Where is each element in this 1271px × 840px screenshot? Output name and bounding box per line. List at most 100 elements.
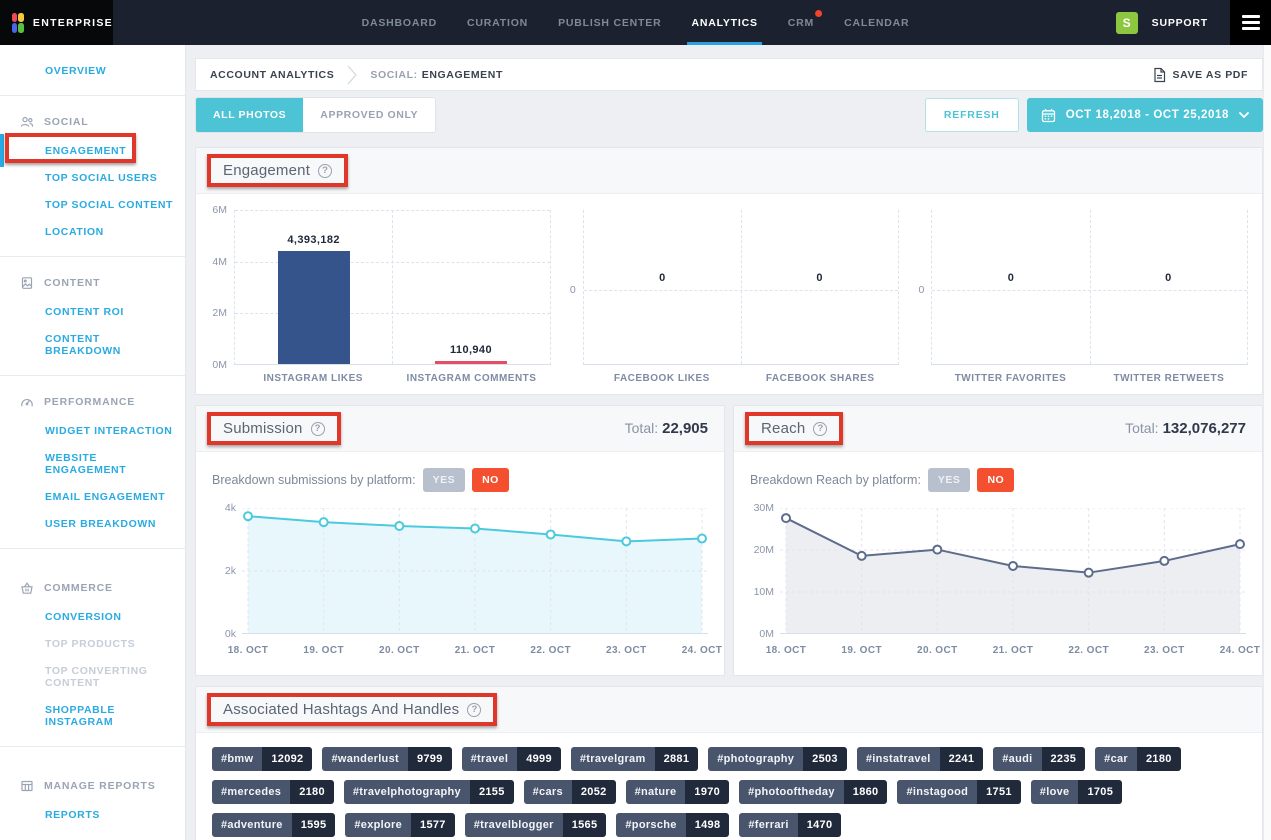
- hashtag-pill[interactable]: #nature1970: [626, 780, 730, 804]
- hashtag-pill[interactable]: #explore1577: [345, 813, 454, 837]
- submission-title: Submission: [223, 420, 303, 437]
- hashtag-pill[interactable]: #photography2503: [708, 747, 847, 771]
- x-axis-tick-label: 21. OCT: [993, 645, 1034, 656]
- sidebar-item-website-engagement[interactable]: WEBSITE ENGAGEMENT: [0, 444, 185, 483]
- hashtag-pill[interactable]: #cars2052: [524, 780, 616, 804]
- breakdown-no-button[interactable]: NO: [472, 468, 509, 492]
- data-point: [698, 535, 706, 543]
- hashtag-pill[interactable]: #car2180: [1095, 747, 1181, 771]
- support-link[interactable]: SUPPORT: [1152, 17, 1208, 29]
- sidebar-item-email-engagement[interactable]: EMAIL ENGAGEMENT: [0, 483, 185, 510]
- nav-item-crm[interactable]: CRM: [773, 0, 829, 45]
- hashtag-pill[interactable]: #instagood1751: [897, 780, 1020, 804]
- brand[interactable]: ENTERPRISE: [0, 0, 113, 45]
- hashtag-pill[interactable]: #audi2235: [993, 747, 1085, 771]
- hashtag-pill[interactable]: #travelphotography2155: [344, 780, 514, 804]
- breakdown-yes-button[interactable]: YES: [928, 468, 971, 492]
- approved-only-button[interactable]: APPROVED ONLY: [303, 98, 435, 132]
- engagement-card: Engagement ? 6M4M2M0M4,393,182110,940INS…: [195, 147, 1263, 395]
- total-value: 132,076,277: [1163, 420, 1246, 437]
- hashtag-pill[interactable]: #travelgram2881: [571, 747, 698, 771]
- nav-item-crm-label: CRM: [788, 17, 814, 29]
- sidebar-item-content-roi[interactable]: CONTENT ROI: [0, 298, 185, 325]
- sidebar-item-widget-interaction[interactable]: WIDGET INTERACTION: [0, 417, 185, 444]
- data-point: [1236, 540, 1244, 548]
- hashtag-pill[interactable]: #love1705: [1031, 780, 1122, 804]
- scrollbar[interactable]: [1263, 45, 1271, 840]
- sidebar-item-overview[interactable]: OVERVIEW: [0, 57, 185, 84]
- x-axis-tick-label: 18. OCT: [228, 645, 269, 656]
- refresh-button[interactable]: REFRESH: [925, 98, 1019, 132]
- hashtag-name: #travelgram: [571, 747, 655, 771]
- sidebar-item-reports[interactable]: REPORTS: [0, 801, 185, 828]
- help-icon[interactable]: ?: [318, 164, 332, 178]
- filter-row: ALL PHOTOS APPROVED ONLY REFRESH OCT 18,…: [195, 97, 1263, 133]
- hashtag-count: 4999: [517, 747, 561, 771]
- data-point: [1160, 557, 1168, 565]
- line-chart-svg: [242, 508, 708, 634]
- section-title: COMMERCE: [44, 582, 113, 594]
- breadcrumb-account-analytics[interactable]: ACCOUNT ANALYTICS: [210, 69, 334, 81]
- nav-item-publish-center[interactable]: PUBLISH CENTER: [543, 0, 676, 45]
- avatar[interactable]: S: [1116, 12, 1138, 34]
- hashtag-pill[interactable]: #porsche1498: [616, 813, 729, 837]
- bar-value-label: 0: [659, 272, 666, 284]
- line-chart-svg: [780, 508, 1246, 634]
- chart-main: 18. OCT19. OCT20. OCT21. OCT22. OCT23. O…: [780, 508, 1246, 661]
- brand-label: ENTERPRISE: [33, 17, 113, 29]
- hamburger-menu-icon[interactable]: [1230, 0, 1271, 45]
- sidebar-item-location[interactable]: LOCATION: [0, 218, 185, 245]
- twitter-engagement-chart: 000TWITTER FAVORITESTWITTER RETWEETS: [899, 210, 1248, 384]
- chart-main: 4,393,182110,940INSTAGRAM LIKESINSTAGRAM…: [234, 210, 551, 384]
- x-axis-tick-label: 19. OCT: [841, 645, 882, 656]
- sidebar-item-shoppable-instagram[interactable]: SHOPPABLE INSTAGRAM: [0, 696, 185, 735]
- data-point: [782, 514, 790, 522]
- data-point: [1009, 562, 1017, 570]
- bar-value-label: 0: [816, 272, 823, 284]
- hashtag-name: #cars: [524, 780, 572, 804]
- breakdown-yes-button[interactable]: YES: [423, 468, 466, 492]
- help-icon[interactable]: ?: [813, 422, 827, 436]
- hashtag-name: #travel: [462, 747, 518, 771]
- bar-category-label: INSTAGRAM COMMENTS: [392, 373, 550, 384]
- hashtag-pill[interactable]: #mercedes2180: [212, 780, 334, 804]
- hashtag-pill[interactable]: #travelblogger1565: [465, 813, 607, 837]
- bar-value-label: 0: [1008, 272, 1015, 284]
- sidebar-item-top-social-content[interactable]: TOP SOCIAL CONTENT: [0, 191, 185, 218]
- y-axis-tick-label: 2M: [212, 307, 227, 319]
- sidebar-item-top-products[interactable]: TOP PRODUCTS: [0, 630, 185, 657]
- hashtag-pill[interactable]: #adventure1595: [212, 813, 335, 837]
- hashtag-name: #adventure: [212, 813, 292, 837]
- breakdown-no-button[interactable]: NO: [977, 468, 1014, 492]
- nav-item-dashboard[interactable]: DASHBOARD: [347, 0, 452, 45]
- hashtag-pill[interactable]: #bmw12092: [212, 747, 312, 771]
- x-axis-tick-label: 23. OCT: [606, 645, 647, 656]
- hashtag-pill[interactable]: #ferrari1470: [739, 813, 841, 837]
- basket-icon: [20, 581, 34, 595]
- hashtag-pill[interactable]: #wanderlust9799: [322, 747, 451, 771]
- help-icon[interactable]: ?: [311, 422, 325, 436]
- save-as-pdf-button[interactable]: SAVE AS PDF: [1153, 67, 1248, 83]
- hashtag-pill[interactable]: #photooftheday1860: [739, 780, 887, 804]
- sidebar-item-conversion[interactable]: CONVERSION: [0, 603, 185, 630]
- hashtags-title: Associated Hashtags And Handles: [223, 701, 459, 718]
- hashtag-pill[interactable]: #instatravel2241: [857, 747, 983, 771]
- date-range-picker[interactable]: OCT 18,2018 - OCT 25,2018: [1027, 98, 1263, 132]
- sidebar-item-top-social-users[interactable]: TOP SOCIAL USERS: [0, 164, 185, 191]
- sidebar-item-user-breakdown[interactable]: USER BREAKDOWN: [0, 510, 185, 537]
- hashtag-pill[interactable]: #travel4999: [462, 747, 561, 771]
- bar: [278, 251, 350, 364]
- nav-item-curation[interactable]: CURATION: [452, 0, 543, 45]
- nav-item-calendar[interactable]: CALENDAR: [829, 0, 924, 45]
- hashtag-name: #bmw: [212, 747, 262, 771]
- sidebar-item-content-breakdown[interactable]: CONTENT BREAKDOWN: [0, 325, 185, 364]
- top-nav: ENTERPRISE DASHBOARD CURATION PUBLISH CE…: [0, 0, 1271, 45]
- help-icon[interactable]: ?: [467, 703, 481, 717]
- y-axis-tick-label: 4M: [212, 256, 227, 268]
- nav-item-analytics[interactable]: ANALYTICS: [676, 0, 772, 45]
- sidebar-item-top-converting-content[interactable]: TOP CONVERTING CONTENT: [0, 657, 185, 696]
- hashtag-list: #bmw12092#wanderlust9799#travel4999#trav…: [196, 733, 1262, 840]
- reach-line-chart: 30M20M10M0M18. OCT19. OCT20. OCT21. OCT2…: [750, 508, 1246, 661]
- all-photos-button[interactable]: ALL PHOTOS: [196, 98, 303, 132]
- sidebar-item-engagement[interactable]: ENGAGEMENT: [0, 137, 185, 164]
